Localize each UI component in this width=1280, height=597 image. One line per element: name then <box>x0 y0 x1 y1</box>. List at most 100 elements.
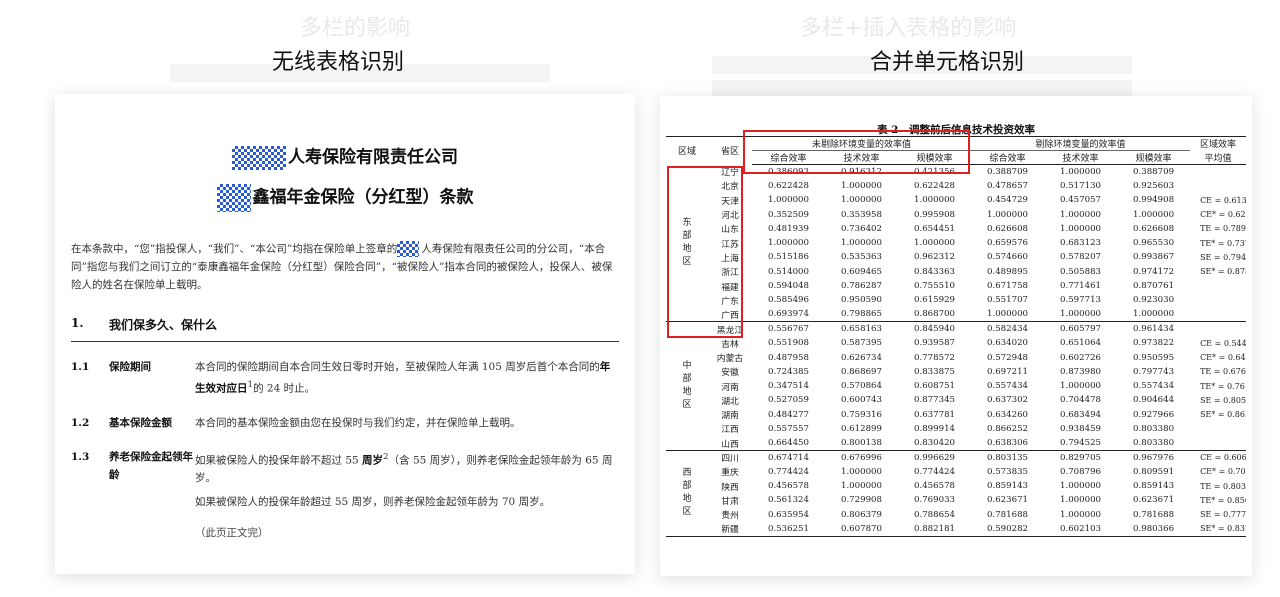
value-cell: 0.774424 <box>767 466 809 477</box>
efficiency-table: 区域 省区 未剔除环境变量的效率值 剔除环境变量的效率值 区域效率 综合效率 技… <box>666 136 1247 537</box>
province-cell: 北京 <box>721 182 739 193</box>
province-cell: 陕西 <box>721 482 739 493</box>
value-cell: 0.939587 <box>914 338 956 349</box>
table-row: 西部地区 四川 0.674714 0.676996 0.996629 0.803135 0.… <box>666 450 1246 537</box>
value-cell: 0.664450 <box>752 436 825 451</box>
table-row: 吉林 0.551908 0.587395 0.939587 0.634020 0.6510… <box>666 336 1246 350</box>
region-cell: 东部地区 <box>666 164 708 323</box>
value-cell: 0.347514 <box>767 381 809 392</box>
value-cell: 0.736402 <box>840 223 882 234</box>
value-cell: 1.000000 <box>1060 209 1102 220</box>
region-average-cell: SE = 0.794542 <box>1200 252 1247 262</box>
province-cell: 广东 <box>721 296 739 307</box>
value-cell: 0.514000 <box>767 266 809 277</box>
value-cell: 0.489895 <box>987 266 1029 277</box>
region-average-cell: TE* = 0.737325 <box>1200 238 1246 248</box>
value-cell: 0.557557 <box>767 423 809 434</box>
value-cell: 0.454729 <box>987 195 1029 206</box>
value-cell: 0.809591 <box>1133 466 1175 477</box>
value-cell: 0.967976 <box>1133 452 1175 463</box>
value-cell: 1.000000 <box>1117 307 1191 323</box>
province-cell: 福建 <box>721 282 739 293</box>
value-cell: 0.994908 <box>1133 195 1175 206</box>
value-cell: 0.615929 <box>914 295 956 306</box>
value-cell: 0.974172 <box>1133 266 1175 277</box>
table-caption: 表 2 调整前后信息技术投资效率 <box>877 124 1035 136</box>
header-average: 平均值 <box>1190 150 1247 165</box>
value-cell: 0.622428 <box>767 180 809 191</box>
table-row: 北京 0.622428 1.000000 0.622428 0.478657 0.5171… <box>666 179 1246 193</box>
value-cell: 0.755510 <box>914 281 956 292</box>
value-cell: 0.962312 <box>914 252 956 263</box>
table-row: 中部地区 黑龙江 0.556767 0.658163 0.845940 0.582434 0… <box>666 321 1246 451</box>
table-row: 江苏 1.000000 1.000000 1.000000 0.659576 0.6831… <box>666 236 1246 250</box>
value-cell: 0.868700 <box>898 307 972 323</box>
value-cell: 0.638306 <box>971 436 1045 451</box>
value-cell: 0.803135 <box>987 452 1029 463</box>
province-cell: 河北 <box>721 211 739 222</box>
value-cell: 0.995908 <box>914 209 956 220</box>
clause-1-2: 1.2 基本保险金额 本合同的基本保险金额由您在投保时与我们约定，并在保险单上载… <box>71 416 521 429</box>
table-row: 甘肃 0.561324 0.729908 0.769033 0.623671 1.0000… <box>666 493 1246 507</box>
value-cell: 0.866252 <box>987 423 1029 434</box>
value-cell: 1.000000 <box>914 238 956 249</box>
table-row: 广西 0.693974 0.798865 0.868700 1.000000 1.0000… <box>666 307 1247 323</box>
value-cell: 1.000000 <box>1060 166 1102 177</box>
value-cell: 0.786287 <box>840 281 882 292</box>
value-cell: 0.671758 <box>987 281 1029 292</box>
value-cell: 1.000000 <box>1060 223 1102 234</box>
subheader-scale: 规模效率 <box>1117 150 1191 165</box>
table-row: 广东 0.585496 0.950590 0.615929 0.551707 0.5977… <box>666 293 1246 307</box>
region-average-cell: SE* = 0.878472 <box>1200 267 1246 277</box>
value-cell: 0.557434 <box>987 381 1029 392</box>
region-average-cell: CE* = 0.705292 <box>1200 467 1246 477</box>
region-average-cell: CE* = 0.646685 <box>1200 353 1246 362</box>
value-cell: 1.000000 <box>767 238 809 249</box>
value-cell: 0.674714 <box>767 452 809 463</box>
province-cell: 江西 <box>721 425 739 436</box>
value-cell: 0.609465 <box>840 266 882 277</box>
value-cell: 0.659576 <box>987 238 1029 249</box>
region-average-cell: SE* = 0.865338 <box>1200 410 1246 420</box>
region-average-cell <box>1190 279 1246 293</box>
value-cell: 0.781688 <box>1133 509 1175 520</box>
value-cell: 0.487958 <box>767 352 809 363</box>
province-cell: 黑龙江 <box>716 325 744 336</box>
header-region-efficiency: 区域效率 <box>1190 136 1247 151</box>
table-row: 贵州 0.635954 0.806379 0.788654 0.781688 1.0000… <box>666 508 1246 522</box>
insurance-document-card: 人寿保险有限责任公司 鑫福年金保险（分红型）条款 在本条款中，“您”指投保人，“… <box>55 94 635 574</box>
table-row: 山西 0.664450 0.800138 0.830420 0.638306 0.7945… <box>666 436 1247 451</box>
table-row: 河南 0.347514 0.570864 0.608751 0.557434 1.0000… <box>666 379 1246 393</box>
value-cell: 0.724385 <box>767 366 809 377</box>
value-cell: 0.637302 <box>987 395 1029 406</box>
value-cell: 0.527059 <box>767 395 809 406</box>
province-cell: 辽宁 <box>721 168 739 179</box>
value-cell: 0.623671 <box>1133 495 1175 506</box>
value-cell: 0.353958 <box>840 209 882 220</box>
region-average-cell: TE = 0.789749 <box>1200 224 1246 234</box>
province-cell: 甘肃 <box>721 496 739 507</box>
value-cell: 0.594048 <box>767 281 809 292</box>
region-cell: 西部地区 <box>666 450 708 537</box>
province-cell: 河南 <box>721 382 739 393</box>
region-average-cell: CE = 0.606541 <box>1200 453 1246 463</box>
value-cell: 0.605797 <box>1060 324 1102 335</box>
value-cell: 1.000000 <box>987 209 1029 220</box>
value-cell: 0.481939 <box>767 223 809 234</box>
table-row: 山东 0.481939 0.736402 0.654451 0.626608 1.0000… <box>666 222 1246 236</box>
subheader-technical: 技术效率 <box>1044 150 1118 165</box>
value-cell: 0.676996 <box>840 452 882 463</box>
subheader-comprehensive: 综合效率 <box>752 150 825 165</box>
province-cell: 四川 <box>721 454 739 465</box>
region-average-cell <box>1190 422 1246 436</box>
header-group-unadjusted: 未剔除环境变量的效率值 <box>752 136 972 151</box>
value-cell: 0.993867 <box>1133 252 1175 263</box>
region-average-cell: SE = 0.805798 <box>1200 395 1247 405</box>
table-row: 上海 0.515186 0.535363 0.962312 0.574660 0.5782… <box>666 250 1246 264</box>
clause-1-3: 1.3 养老保险金起领年龄 如果被保险人的投保年龄不超过 55 周岁2（含 55… <box>71 450 613 509</box>
value-cell: 0.829705 <box>1060 452 1102 463</box>
value-cell: 1.000000 <box>840 195 882 206</box>
value-cell: 0.950595 <box>1133 352 1175 363</box>
value-cell: 0.421356 <box>914 166 956 177</box>
value-cell: 1.000000 <box>914 195 956 206</box>
